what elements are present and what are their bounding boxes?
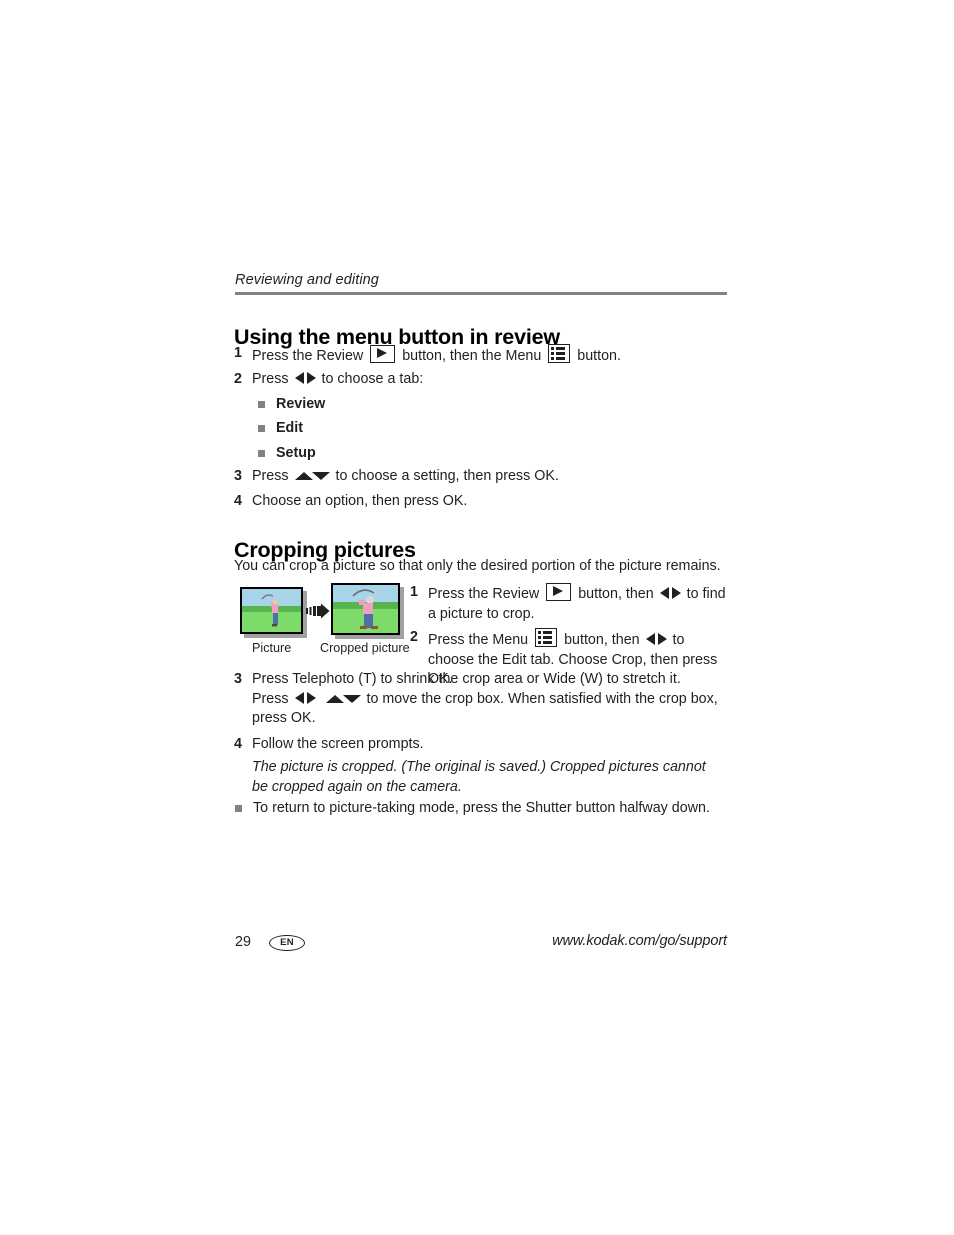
step-number: 4 [234, 736, 242, 752]
right-arrow-icon [306, 603, 330, 619]
golfer-illustration-cropped [333, 585, 398, 633]
step-number: 3 [234, 671, 242, 687]
menu-list-icon [548, 344, 571, 363]
crop-result-note: The picture is cropped. (The original is… [252, 759, 706, 795]
step-text-part: to choose a setting, then press OK. [331, 468, 559, 484]
up-down-arrows-icon [325, 693, 361, 704]
step-text: Follow the screen prompts. [252, 736, 424, 752]
step-text-part: button, then [574, 586, 658, 602]
step-text-part: Press the Review [252, 348, 368, 364]
crop-step-3: 3 Press Telephoto (T) to shrink the crop… [234, 670, 734, 729]
header-rule [235, 292, 727, 295]
list-item-return-to-capture: To return to picture-taking mode, press … [235, 799, 735, 818]
step-text: Choose an option, then press OK. [252, 493, 468, 509]
menu-list-icon [535, 628, 558, 647]
step-2-menu: 2 Press to choose a tab: [234, 370, 734, 390]
document-page: Reviewing and editing Using the menu but… [0, 0, 954, 1235]
running-header: Reviewing and editing [235, 271, 727, 289]
step-number: 1 [234, 345, 242, 361]
left-right-arrows-icon [294, 691, 316, 705]
step-text-part: Press the Menu [428, 632, 533, 648]
thumbnail-cropped-picture [331, 583, 400, 635]
step-text: Press Telephoto (T) to shrink the crop a… [252, 670, 734, 729]
step-number: 3 [234, 468, 242, 484]
step-text-line1: Press Telephoto (T) to shrink the crop a… [252, 671, 681, 687]
tab-label: Review [276, 396, 326, 412]
left-right-arrows-icon [645, 633, 667, 646]
step-number: 2 [410, 629, 418, 645]
support-url: www.kodak.com/go/support [552, 933, 727, 949]
bullet-square-icon [235, 805, 242, 812]
thumbnail-original-picture [240, 587, 303, 634]
crop-step-1: 1 Press the Review button, then to find … [410, 583, 730, 624]
language-badge: EN [269, 935, 305, 951]
step-text-part: Press [252, 468, 293, 484]
step-text-part: Press [252, 690, 293, 707]
crop-step-4: 4 Follow the screen prompts. [234, 735, 734, 755]
cropping-intro: You can crop a picture so that only the … [234, 558, 721, 574]
left-right-arrows-icon [659, 587, 681, 600]
step-4-menu: 4 Choose an option, then press OK. [234, 492, 734, 512]
step-number: 1 [410, 584, 418, 600]
running-header-text: Reviewing and editing [235, 272, 379, 288]
step-text: Press the Review button, then to find a … [428, 583, 730, 624]
step-number: 4 [234, 493, 242, 509]
golfer-illustration-original [242, 589, 301, 632]
step-text-part: Press [252, 371, 293, 387]
step-text-part: to move the crop box. When satisfied wit… [252, 690, 718, 727]
step-text: Press to choose a tab: [252, 370, 423, 390]
page-number: 29 [235, 934, 251, 950]
review-play-icon [370, 345, 396, 363]
bullet-square-icon [258, 425, 265, 432]
tab-label: Setup [276, 445, 316, 461]
left-right-arrows-icon [294, 372, 316, 385]
bullet-square-icon [258, 450, 265, 457]
list-item-tab-setup: Setup [258, 444, 316, 463]
bullet-text: To return to picture-taking mode, press … [253, 800, 710, 816]
step-text: Press the Review button, then the Menu b… [252, 344, 621, 367]
step-text-part: button, then [560, 632, 644, 648]
step-1-menu: 1 Press the Review button, then the Menu… [234, 344, 734, 367]
step-text: Press to choose a setting, then press OK… [252, 467, 559, 487]
up-down-arrows-icon [294, 470, 330, 481]
figure-caption-cropped: Cropped picture [320, 641, 410, 655]
step-text-part: button, then the Menu [398, 348, 546, 364]
step-number: 2 [234, 371, 242, 387]
step-text-part: button. [573, 348, 621, 364]
figure-caption-original: Picture [252, 641, 292, 655]
review-play-icon [546, 583, 572, 601]
tab-label: Edit [276, 420, 304, 436]
list-item-tab-edit: Edit [258, 419, 303, 438]
step-3-menu: 3 Press to choose a setting, then press … [234, 467, 734, 487]
step-text-part: Press the Review [428, 586, 544, 602]
list-item-tab-review: Review [258, 395, 325, 414]
bullet-square-icon [258, 401, 265, 408]
step-text-part: to choose a tab: [317, 371, 424, 387]
